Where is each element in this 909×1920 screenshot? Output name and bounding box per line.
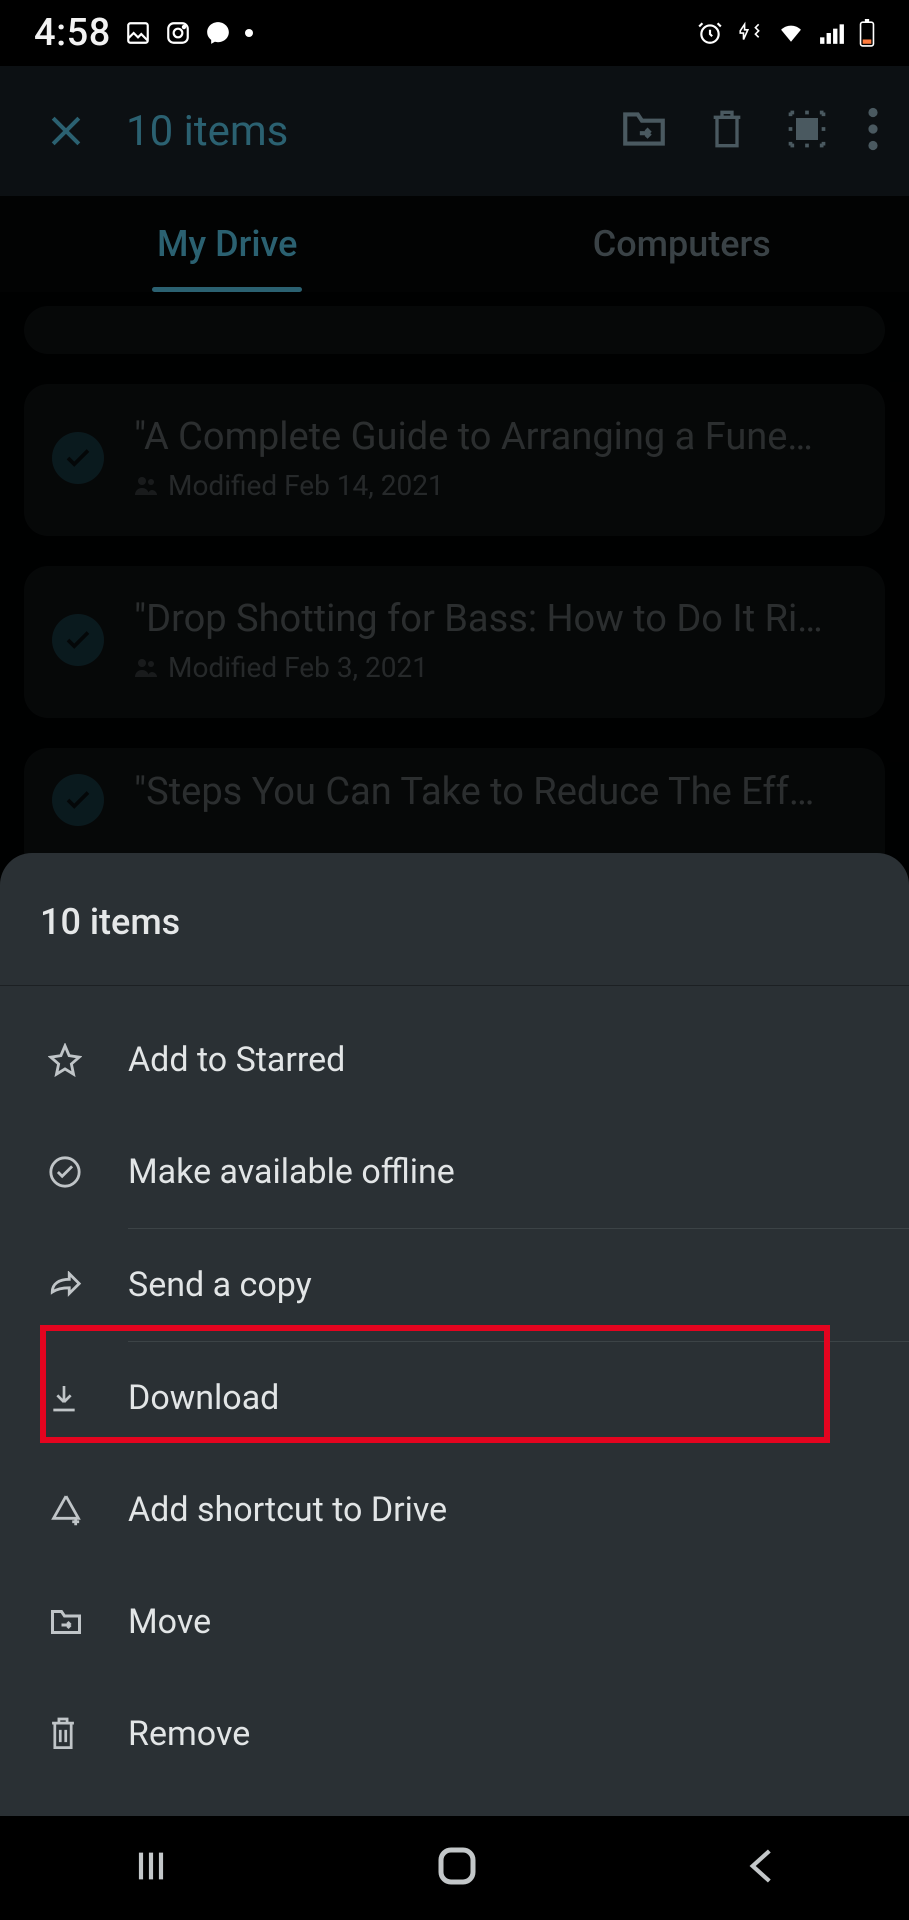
select-all-icon[interactable] [785,107,829,155]
file-meta: Modified Feb 14, 2021 [168,469,444,502]
recents-button[interactable] [131,1846,171,1890]
tab-computers[interactable]: Computers [455,196,909,292]
sheet-item-label: Download [128,1378,279,1418]
file-meta: Modified Feb 3, 2021 [168,651,428,684]
action-bottom-sheet: 10 items Add to Starred Make available o… [0,853,909,1816]
download-icon [48,1382,128,1414]
more-notifications-icon [245,29,253,37]
file-title: "Drop Shotting for Bass: How to Do It Ri… [134,597,857,641]
file-list[interactable]: "A Complete Guide to Arranging a Fune… M… [0,292,909,886]
move-icon [48,1607,128,1637]
vibrate-icon [737,20,763,46]
alarm-icon [697,20,723,46]
overflow-menu-icon[interactable] [867,107,879,155]
list-item[interactable]: "Drop Shotting for Bass: How to Do It Ri… [24,566,885,718]
shared-icon [134,651,158,684]
send-copy-icon [48,1271,128,1299]
file-title: "Steps You Can Take to Reduce The Eff… [134,770,857,814]
trash-icon[interactable] [707,106,747,156]
tab-label: My Drive [157,223,297,265]
instagram-icon [165,20,191,46]
sheet-item-label: Make available offline [128,1152,455,1192]
shared-icon [134,469,158,502]
status-bar: 4:58 [0,0,909,66]
drive-tabs: My Drive Computers [0,196,909,292]
offline-icon [48,1155,128,1189]
wifi-icon [777,22,805,44]
battery-icon [859,19,875,47]
selected-check-icon[interactable] [52,614,104,666]
sheet-item-offline[interactable]: Make available offline [0,1116,909,1228]
selection-count: 10 items [102,107,619,156]
sheet-item-starred[interactable]: Add to Starred [0,1004,909,1116]
tab-my-drive[interactable]: My Drive [0,196,455,292]
messenger-icon [205,20,231,46]
sheet-title: 10 items [0,887,909,985]
divider [0,985,909,986]
sheet-item-label: Remove [128,1714,250,1754]
status-left: 4:58 [34,11,253,55]
list-item[interactable]: "A Complete Guide to Arranging a Fune… M… [24,384,885,536]
status-right [697,19,875,47]
tab-label: Computers [593,223,771,265]
sheet-item-label: Add shortcut to Drive [128,1490,447,1530]
sheet-item-download[interactable]: Download [0,1342,909,1454]
file-title: "A Complete Guide to Arranging a Fune… [134,415,857,459]
sheet-item-label: Add to Starred [128,1040,345,1080]
selected-check-icon[interactable] [52,774,104,826]
sheet-item-label: Move [128,1602,211,1642]
sheet-item-send-copy[interactable]: Send a copy [0,1229,909,1341]
close-selection-button[interactable] [30,109,102,153]
selected-check-icon[interactable] [52,432,104,484]
move-to-folder-icon[interactable] [619,108,669,154]
add-shortcut-icon [48,1493,128,1527]
list-item[interactable] [24,306,885,354]
system-nav-bar [0,1816,909,1920]
status-time: 4:58 [34,11,111,55]
sheet-item-shortcut[interactable]: Add shortcut to Drive [0,1454,909,1566]
sheet-item-remove[interactable]: Remove [0,1678,909,1790]
sheet-item-move[interactable]: Move [0,1566,909,1678]
home-button[interactable] [433,1842,481,1894]
sheet-item-label: Send a copy [128,1265,312,1305]
remove-icon [48,1716,128,1752]
gallery-icon [125,20,151,46]
star-icon [48,1043,128,1077]
signal-icon [819,22,845,44]
back-button[interactable] [744,1846,778,1890]
selection-bar: 10 items [0,66,909,196]
